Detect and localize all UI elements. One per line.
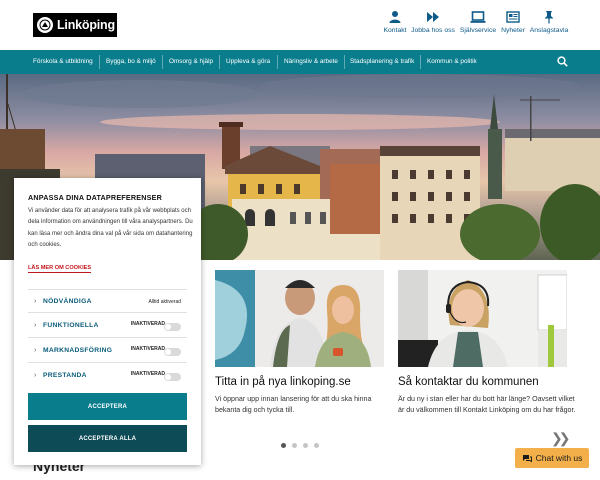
nav-item-uppleva[interactable]: Uppleva & göra — [226, 50, 270, 74]
logo-text: Linköping — [57, 18, 115, 32]
site-header: Linköping Kontakt Jobba hos oss Självser… — [0, 0, 600, 50]
nav-item-naringsliv[interactable]: Näringsliv & arbete — [284, 50, 338, 74]
accept-all-button[interactable]: ACCEPTERA ALLA — [28, 425, 187, 452]
nav-divider — [277, 55, 278, 69]
cookie-category-performance[interactable]: › PRESTANDA INAKTIVERAD — [28, 364, 187, 388]
accept-button[interactable]: ACCEPTERA — [28, 393, 187, 420]
chevron-right-icon: › — [34, 347, 37, 354]
pin-icon — [544, 11, 554, 24]
fast-forward-icon — [427, 12, 439, 22]
cookie-preferences-panel: ANPASSA DINA DATAPREFERENSER Vi använder… — [14, 178, 201, 465]
card-image-new-site[interactable] — [215, 270, 384, 367]
nav-item-kommun[interactable]: Kommun & politik — [427, 50, 477, 74]
city-seal-icon — [37, 17, 53, 33]
card-text: Vi öppnar upp innan lansering för att du… — [215, 395, 372, 414]
search-icon[interactable] — [557, 56, 568, 67]
cookie-category-state: INAKTIVERAD — [130, 346, 165, 352]
chat-bubble-icon — [522, 454, 532, 462]
support-agent-photo-illustration — [398, 270, 567, 367]
card-title[interactable]: Titta in på nya linkoping.se — [215, 376, 351, 388]
carousel-dot[interactable] — [292, 443, 297, 448]
marketing-toggle[interactable] — [164, 348, 181, 356]
chat-button[interactable]: Chat with us — [515, 448, 589, 468]
quick-link-anslagstavla[interactable]: Anslagstavla — [519, 10, 579, 34]
person-icon — [389, 11, 401, 23]
chevron-right-icon: › — [34, 298, 37, 305]
linkoping-logo[interactable]: Linköping — [33, 13, 117, 37]
cookie-category-state: INAKTIVERAD — [130, 371, 165, 377]
nav-item-forskola[interactable]: Förskola & utbildning — [33, 50, 93, 74]
cookie-description: Vi använder data för att analysera trafi… — [28, 208, 193, 248]
carousel-dot[interactable] — [303, 443, 308, 448]
cookie-category-label: NÖDVÄNDIGA — [43, 298, 92, 305]
nav-divider — [99, 55, 100, 69]
nav-divider — [420, 55, 421, 69]
performance-toggle[interactable] — [164, 373, 181, 381]
cookie-category-label: FUNKTIONELLA — [43, 322, 99, 329]
cookie-category-marketing[interactable]: › MARKNADSFÖRING INAKTIVERAD — [28, 339, 187, 363]
card-text: Är du ny i stan eller har du bott här lä… — [398, 395, 576, 414]
nav-item-omsorg[interactable]: Omsorg & hjälp — [169, 50, 213, 74]
cookie-title: ANPASSA DINA DATAPREFERENSER — [28, 193, 163, 202]
nav-item-bygga[interactable]: Bygga, bo & miljö — [106, 50, 156, 74]
quick-link-label: Anslagstavla — [529, 27, 569, 34]
chat-button-label: Chat with us — [535, 453, 583, 463]
card-title[interactable]: Så kontaktar du kommunen — [398, 376, 539, 388]
newspaper-icon — [506, 11, 520, 23]
read-more-cookies-link[interactable]: LÄS MER OM COOKIES — [28, 265, 92, 273]
carousel-dot[interactable] — [281, 443, 286, 448]
carousel-next-icon[interactable]: ❯❯ — [551, 430, 571, 447]
cookie-category-state: INAKTIVERAD — [130, 321, 165, 327]
carousel-dot[interactable] — [314, 443, 319, 448]
cookie-category-functional[interactable]: › FUNKTIONELLA INAKTIVERAD — [28, 314, 187, 338]
chevron-right-icon: › — [34, 372, 37, 379]
cookie-category-necessary[interactable]: › NÖDVÄNDIGA Alltid aktiverad — [28, 289, 187, 313]
card-image-contact[interactable] — [398, 270, 567, 367]
main-navigation: Förskola & utbildning Bygga, bo & miljö … — [0, 50, 600, 74]
nav-divider — [219, 55, 220, 69]
nav-divider — [162, 55, 163, 69]
carousel-dots — [281, 435, 325, 453]
cookie-category-label: MARKNADSFÖRING — [43, 347, 113, 354]
nav-item-stadsplanering[interactable]: Stadsplanering & trafik — [350, 50, 414, 74]
cookie-category-label: PRESTANDA — [43, 372, 87, 379]
functional-toggle[interactable] — [164, 323, 181, 331]
people-photo-illustration — [215, 270, 384, 367]
nav-divider — [344, 55, 345, 69]
chevron-right-icon: › — [34, 322, 37, 329]
cookie-category-state: Alltid aktiverad — [148, 299, 181, 305]
